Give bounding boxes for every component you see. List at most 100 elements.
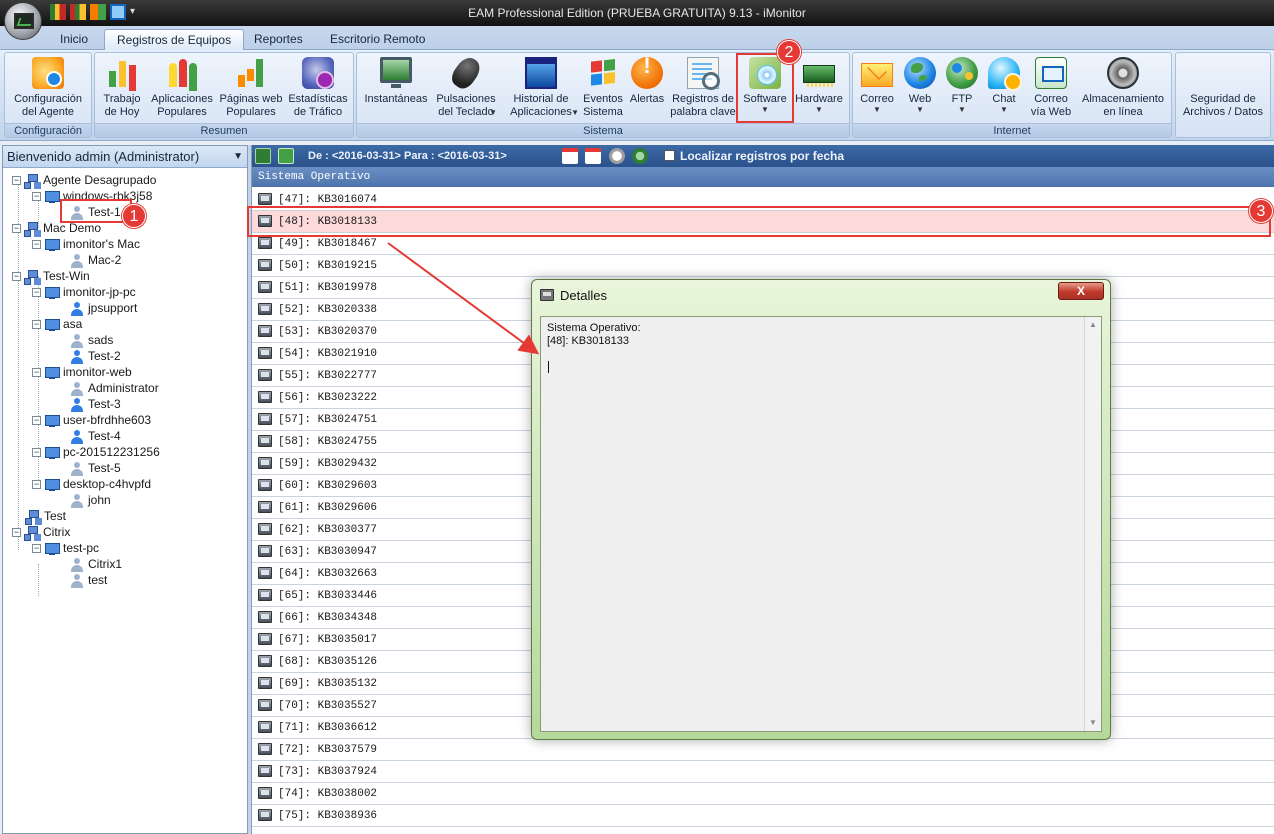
tree-computer-pc-201512231256[interactable]: − pc-201512231256 xyxy=(32,444,160,460)
group-label: Resumen xyxy=(95,123,353,137)
tree-user-test-2[interactable]: Test-2 xyxy=(69,348,121,364)
network-group-icon xyxy=(24,525,40,541)
locate-by-date-checkbox[interactable] xyxy=(664,150,675,161)
row-text: [56]: KB3023222 xyxy=(278,392,378,404)
chat-button[interactable]: Chat ▼ xyxy=(983,57,1025,123)
table-row[interactable]: [50]: KB3019215 xyxy=(252,255,1274,277)
computer-icon xyxy=(44,286,60,300)
network-group-icon xyxy=(24,173,40,189)
ftp-button[interactable]: FTP ▼ xyxy=(941,57,983,123)
tree-user-test[interactable]: test xyxy=(69,572,107,588)
eventos-sistema-button[interactable]: Eventos Sistema xyxy=(579,57,627,123)
tree-computer-user-bfrdhhe603[interactable]: − user-bfrdhhe603 xyxy=(32,412,151,428)
row-text: [73]: KB3037924 xyxy=(278,766,378,778)
correo-via-web-button[interactable]: Correo vía Web xyxy=(1025,57,1077,123)
network-group-icon xyxy=(25,509,41,525)
tree-computer-imonitors-mac[interactable]: − imonitor's Mac xyxy=(32,236,140,252)
chevron-down-icon[interactable]: ▼ xyxy=(233,146,243,168)
row-text: [74]: KB3038002 xyxy=(278,788,378,800)
export-excel-icon[interactable] xyxy=(255,148,271,164)
table-row[interactable]: [75]: KB3038936 xyxy=(252,805,1274,827)
tree-user-sads[interactable]: sads xyxy=(69,332,113,348)
tree-user-jpsupport[interactable]: jpsupport xyxy=(69,300,137,316)
details-textarea[interactable]: Sistema Operativo: [48]: KB3018133 ▲ ▼ xyxy=(540,316,1102,732)
details-content: Sistema Operativo: [48]: KB3018133 xyxy=(547,322,641,347)
tab-escritorio-remoto[interactable]: Escritorio Remoto xyxy=(318,29,437,50)
windows-logo-icon xyxy=(587,57,619,89)
app-menu-orb[interactable] xyxy=(4,2,42,40)
export-icon[interactable] xyxy=(278,148,294,164)
chevron-down-icon: ▼ xyxy=(1000,105,1008,114)
tree-user-administrator[interactable]: Administrator xyxy=(69,380,159,396)
group-resumen: Trabajo de Hoy Aplicaciones Populares Pá… xyxy=(94,52,354,138)
group-seguridad: Seguridad de Archivos / Datos xyxy=(1175,52,1271,138)
disk-icon xyxy=(1107,57,1139,89)
almacenamiento-en-linea-button[interactable]: Almacenamiento en línea xyxy=(1077,57,1169,123)
row-text: [75]: KB3038936 xyxy=(278,810,378,822)
estadisticas-trafico-button[interactable]: Estadísticas de Tráfico xyxy=(285,57,351,123)
tree-group-citrix[interactable]: − Citrix xyxy=(12,524,70,541)
tree-user-test-4[interactable]: Test-4 xyxy=(69,428,121,444)
chat-icon xyxy=(988,57,1022,91)
tree-user-mac-2[interactable]: Mac-2 xyxy=(69,252,121,268)
dialog-scrollbar[interactable]: ▲ ▼ xyxy=(1084,317,1101,731)
refresh-icon[interactable] xyxy=(632,148,648,164)
group-internet: Correo ▼ Web ▼ FTP ▼ Chat ▼ Correo vía W… xyxy=(852,52,1172,138)
welcome-header[interactable]: Bienvenido admin (Administrator) ▼ xyxy=(3,146,247,168)
calendar-to-icon[interactable] xyxy=(585,148,601,164)
historial-aplicaciones-button[interactable]: Historial de Aplicaciones ▼ xyxy=(503,57,579,123)
tree-user-citrix1[interactable]: Citrix1 xyxy=(69,556,122,572)
tree-group-test[interactable]: Test xyxy=(25,508,66,525)
row-text: [54]: KB3021910 xyxy=(278,348,378,360)
pulsaciones-teclado-button[interactable]: Pulsaciones del Teclado ▼ xyxy=(431,53,501,123)
monitor-icon xyxy=(258,721,272,733)
scroll-down-icon[interactable]: ▼ xyxy=(1085,715,1101,731)
monitor-icon xyxy=(258,567,272,579)
tree-group-agente-desagrupado[interactable]: − Agente Desagrupado xyxy=(12,172,156,189)
table-row[interactable]: [72]: KB3037579 xyxy=(252,739,1274,761)
monitor-icon xyxy=(258,479,272,491)
table-row[interactable]: [73]: KB3037924 xyxy=(252,761,1274,783)
tree-computer-imonitor-jp-pc[interactable]: − imonitor-jp-pc xyxy=(32,284,136,300)
calendar-from-icon[interactable] xyxy=(562,148,578,164)
network-group-icon xyxy=(24,269,40,285)
tree-computer-test-pc[interactable]: − test-pc xyxy=(32,540,99,556)
user-icon xyxy=(69,397,85,412)
row-text: [52]: KB3020338 xyxy=(278,304,378,316)
column-header[interactable]: Sistema Operativo xyxy=(252,167,1274,187)
table-row[interactable]: [74]: KB3038002 xyxy=(252,783,1274,805)
monitor-icon xyxy=(258,787,272,799)
registros-palabra-clave-button[interactable]: Registros de palabra clave xyxy=(667,57,739,123)
row-text: [67]: KB3035017 xyxy=(278,634,378,646)
correo-button[interactable]: Correo ▼ xyxy=(855,57,899,123)
monitor-icon xyxy=(258,347,272,359)
tree-user-test-3[interactable]: Test-3 xyxy=(69,396,121,412)
tree-user-john[interactable]: john xyxy=(69,492,111,508)
row-text: [59]: KB3029432 xyxy=(278,458,378,470)
tab-reportes[interactable]: Reportes xyxy=(242,29,315,50)
tree-computer-asa[interactable]: − asa xyxy=(32,316,82,332)
web-populares-button[interactable]: Páginas web Populares xyxy=(217,57,285,123)
tab-registros-de-equipos[interactable]: Registros de Equipos xyxy=(104,29,245,50)
clock-icon[interactable] xyxy=(609,148,625,164)
tree-computer-imonitor-web[interactable]: − imonitor-web xyxy=(32,364,132,380)
monitor-icon xyxy=(258,435,272,447)
instantaneas-button[interactable]: Instantáneas xyxy=(361,57,431,123)
tree-group-test-win[interactable]: − Test-Win xyxy=(12,268,90,285)
apps-populares-button[interactable]: Aplicaciones Populares xyxy=(147,57,217,123)
tree-user-test-5[interactable]: Test-5 xyxy=(69,460,121,476)
computer-icon xyxy=(44,190,60,204)
hardware-button[interactable]: Hardware ▼ xyxy=(791,57,847,123)
chevron-down-icon: ▼ xyxy=(815,105,823,114)
scroll-up-icon[interactable]: ▲ xyxy=(1085,317,1101,333)
tab-inicio[interactable]: Inicio xyxy=(48,29,100,50)
tree-computer-desktop-c4hvpfd[interactable]: − desktop-c4hvpfd xyxy=(32,476,151,492)
web-button[interactable]: Web ▼ xyxy=(899,57,941,123)
mouse-icon xyxy=(447,53,485,93)
trabajo-hoy-button[interactable]: Trabajo de Hoy xyxy=(97,57,147,123)
user-icon xyxy=(69,381,85,396)
alertas-button[interactable]: Alertas xyxy=(627,57,667,123)
monitor-icon xyxy=(258,545,272,557)
close-button[interactable]: X xyxy=(1058,282,1104,300)
config-agente-button[interactable]: Configuración del Agente xyxy=(7,57,89,123)
